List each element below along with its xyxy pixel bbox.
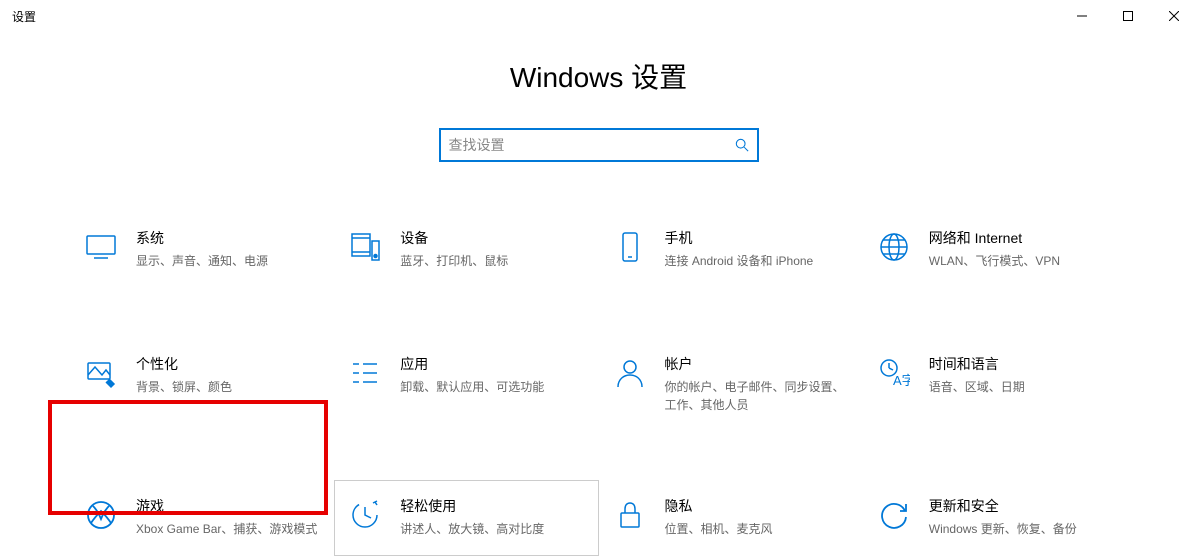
category-desc: Xbox Game Bar、捕获、游戏模式	[136, 520, 320, 538]
category-personalization[interactable]: 个性化 背景、锁屏、颜色	[70, 338, 334, 430]
category-title: 隐私	[665, 496, 849, 516]
close-button[interactable]	[1151, 0, 1197, 32]
search-icon	[735, 138, 749, 152]
globe-icon	[877, 230, 911, 264]
svg-text:A字: A字	[893, 373, 910, 388]
category-phone[interactable]: 手机 连接 Android 设备和 iPhone	[599, 212, 863, 288]
apps-icon	[348, 356, 382, 390]
category-title: 手机	[665, 228, 849, 248]
category-desc: 讲述人、放大镜、高对比度	[400, 520, 584, 538]
titlebar: 设置	[0, 0, 1197, 32]
category-title: 设备	[400, 228, 584, 248]
category-desc: 连接 Android 设备和 iPhone	[665, 252, 849, 270]
category-time[interactable]: A字 时间和语言 语音、区域、日期	[863, 338, 1127, 430]
category-title: 网络和 Internet	[929, 228, 1113, 248]
ease-icon	[348, 498, 382, 532]
update-icon	[877, 498, 911, 532]
category-desc: 显示、声音、通知、电源	[136, 252, 320, 270]
category-desc: Windows 更新、恢复、备份	[929, 520, 1113, 538]
maximize-button[interactable]	[1105, 0, 1151, 32]
lock-icon	[613, 498, 647, 532]
devices-icon	[348, 230, 382, 264]
category-update[interactable]: 更新和安全 Windows 更新、恢复、备份	[863, 480, 1127, 556]
category-title: 更新和安全	[929, 496, 1113, 516]
person-icon	[613, 356, 647, 390]
display-icon	[84, 230, 118, 264]
category-apps[interactable]: 应用 卸载、默认应用、可选功能	[334, 338, 598, 430]
category-desc: 蓝牙、打印机、鼠标	[400, 252, 584, 270]
category-title: 系统	[136, 228, 320, 248]
search-container	[0, 128, 1197, 162]
category-desc: 卸载、默认应用、可选功能	[400, 378, 584, 396]
category-title: 应用	[400, 354, 584, 374]
category-ease[interactable]: 轻松使用 讲述人、放大镜、高对比度	[334, 480, 598, 556]
category-desc: 背景、锁屏、颜色	[136, 378, 320, 396]
category-gaming[interactable]: 游戏 Xbox Game Bar、捕获、游戏模式	[70, 480, 334, 556]
category-privacy[interactable]: 隐私 位置、相机、麦克风	[599, 480, 863, 556]
category-title: 时间和语言	[929, 354, 1113, 374]
category-title: 个性化	[136, 354, 320, 374]
category-network[interactable]: 网络和 Internet WLAN、飞行模式、VPN	[863, 212, 1127, 288]
minimize-button[interactable]	[1059, 0, 1105, 32]
xbox-icon	[84, 498, 118, 532]
window-title: 设置	[12, 8, 36, 25]
time-language-icon: A字	[877, 356, 911, 390]
category-desc: 位置、相机、麦克风	[665, 520, 849, 538]
search-input[interactable]	[449, 137, 735, 153]
categories-grid: 系统 显示、声音、通知、电源 设备 蓝牙、打印机、鼠标 手机 连接 Androi…	[0, 212, 1197, 556]
category-devices[interactable]: 设备 蓝牙、打印机、鼠标	[334, 212, 598, 288]
category-desc: 你的帐户、电子邮件、同步设置、工作、其他人员	[665, 378, 849, 414]
window-controls	[1059, 0, 1197, 32]
category-title: 帐户	[665, 354, 849, 374]
category-title: 轻松使用	[400, 496, 584, 516]
category-title: 游戏	[136, 496, 320, 516]
search-box[interactable]	[439, 128, 759, 162]
phone-icon	[613, 230, 647, 264]
page-title: Windows 设置	[0, 56, 1197, 96]
header: Windows 设置	[0, 32, 1197, 96]
category-desc: 语音、区域、日期	[929, 378, 1113, 396]
category-desc: WLAN、飞行模式、VPN	[929, 252, 1113, 270]
paint-icon	[84, 356, 118, 390]
category-accounts[interactable]: 帐户 你的帐户、电子邮件、同步设置、工作、其他人员	[599, 338, 863, 430]
category-system[interactable]: 系统 显示、声音、通知、电源	[70, 212, 334, 288]
